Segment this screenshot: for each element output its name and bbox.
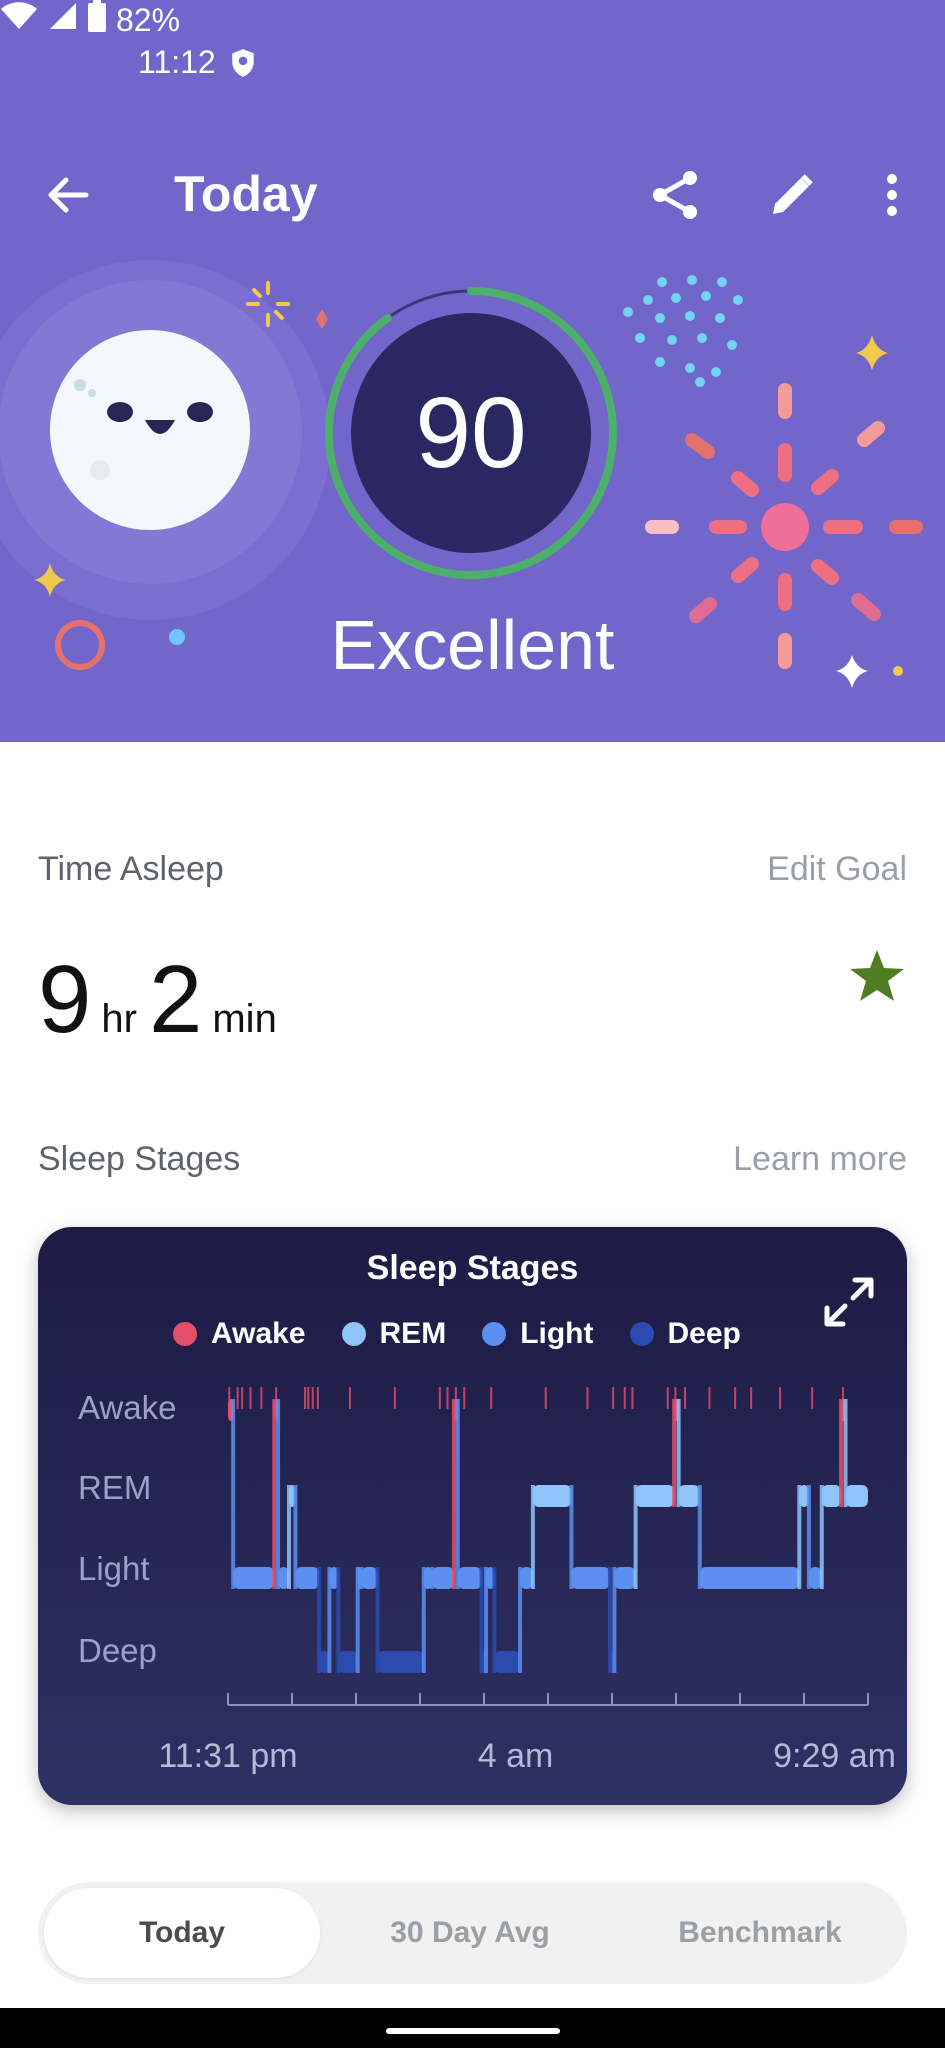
sleep-stages-label: Sleep Stages <box>38 1140 241 1178</box>
period-segmented-control: Today 30 Day Avg Benchmark <box>38 1882 907 1984</box>
stage-bar-light <box>361 1567 378 1589</box>
more-icon <box>887 174 897 216</box>
stage-transition <box>276 1399 281 1589</box>
back-arrow-icon <box>48 177 89 213</box>
x-axis-tick-label: 4 am <box>478 1737 554 1775</box>
edit-icon <box>773 174 813 214</box>
shield-icon <box>230 48 256 86</box>
stage-bar-deep <box>338 1651 358 1673</box>
time-asleep-label: Time Asleep <box>38 850 224 888</box>
battery-percent: 82% <box>116 1 181 38</box>
stage-bar-rem <box>845 1485 868 1507</box>
y-axis-label: Awake <box>78 1389 176 1426</box>
share-button[interactable] <box>645 165 705 225</box>
x-axis-tick-label: 11:31 pm <box>158 1737 297 1775</box>
segment-today[interactable]: Today <box>44 1888 320 1978</box>
sleep-score-label: Excellent <box>330 606 615 684</box>
share-icon <box>653 171 697 219</box>
sleep-stages-chart-card[interactable]: Sleep Stages Awake REM Light Deep Awake R… <box>38 1227 907 1805</box>
x-axis-tick-label: 9:29 am <box>773 1737 896 1775</box>
back-button[interactable] <box>38 165 98 225</box>
sleep-score-value: 90 <box>415 376 527 489</box>
hours-value: 9 <box>38 946 92 1053</box>
stage-bar-deep <box>494 1651 521 1673</box>
page-title: Today <box>174 166 318 222</box>
stage-bar-light <box>699 1567 800 1589</box>
signal-icon <box>48 1 78 39</box>
stage-bar-rem <box>821 1485 842 1507</box>
stage-bar-light <box>233 1567 275 1589</box>
segment-benchmark[interactable]: Benchmark <box>620 1888 900 1978</box>
y-axis-label: REM <box>78 1469 151 1506</box>
segment-30-day-avg[interactable]: 30 Day Avg <box>330 1888 610 1978</box>
stage-bar-rem <box>635 1485 675 1507</box>
stage-transition <box>451 1399 456 1589</box>
battery-icon <box>88 0 106 40</box>
hours-unit: hr <box>101 997 137 1041</box>
stage-bar-rem <box>678 1485 700 1507</box>
stage-bar-rem <box>532 1485 572 1507</box>
stage-transition <box>231 1399 236 1589</box>
stage-bar-light <box>571 1567 610 1589</box>
sleep-score-header: 11:12 82% Today 90 Excellent <box>0 0 945 742</box>
minutes-value: 2 <box>148 946 203 1053</box>
status-time: 11:12 <box>138 44 216 80</box>
learn-more-link[interactable]: Learn more <box>733 1140 907 1179</box>
stage-bar-light <box>457 1567 482 1589</box>
stage-bar-light <box>432 1567 454 1589</box>
sleep-stages-plot: Awake REM Light Deep 11:31 pm 4 am 9:29 am <box>78 1387 896 1775</box>
minutes-unit: min <box>212 997 277 1041</box>
stage-bar-deep <box>377 1651 424 1673</box>
home-gesture-handle[interactable] <box>386 2028 560 2034</box>
stage-transition <box>455 1399 460 1589</box>
edit-goal-link[interactable]: Edit Goal <box>767 850 907 889</box>
stage-bar-light <box>614 1567 636 1589</box>
stage-bar-light <box>295 1567 320 1589</box>
wifi-icon <box>0 1 38 39</box>
star-icon <box>850 950 904 1001</box>
time-asleep-value: 9 hr 2 min <box>38 945 289 1055</box>
more-button[interactable] <box>862 165 922 225</box>
y-axis-label: Deep <box>78 1632 157 1669</box>
y-axis-label: Light <box>78 1550 150 1587</box>
stage-transition <box>272 1399 277 1589</box>
edit-button[interactable] <box>762 165 822 225</box>
status-icons: 82% <box>0 0 945 40</box>
